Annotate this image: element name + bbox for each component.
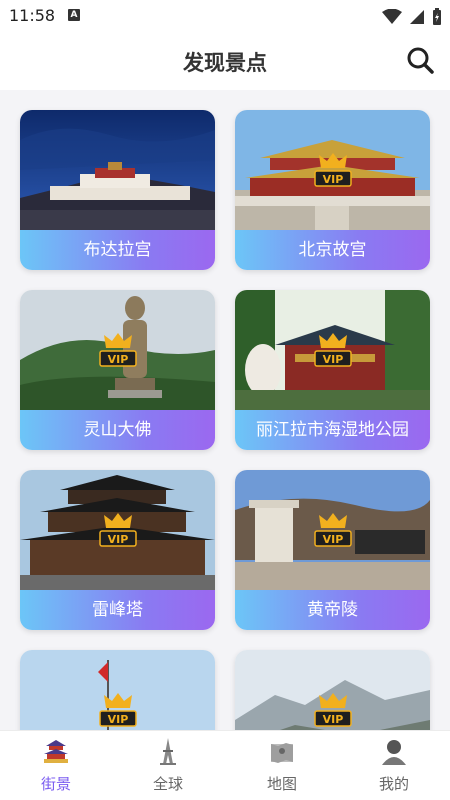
spot-name: 黄帝陵: [235, 590, 430, 630]
vip-badge: VIP: [314, 153, 352, 187]
spot-list[interactable]: 布达拉宫 VIP 北京故宫 VIP 灵山大佛 VIP 丽江拉市海湿地公园 VIP…: [0, 90, 450, 730]
vip-badge: VIP: [99, 513, 137, 547]
vip-text: VIP: [108, 533, 129, 546]
spot-card[interactable]: 布达拉宫: [20, 110, 215, 270]
notification-icon: A: [68, 9, 80, 21]
spot-card[interactable]: VIP 丽江拉市海湿地公园: [235, 290, 430, 450]
tab-mine[interactable]: 我的: [338, 731, 450, 800]
spot-card[interactable]: VIP: [235, 650, 430, 730]
status-icons: [380, 6, 442, 26]
vip-text: VIP: [323, 713, 344, 726]
page-title: 发现景点: [183, 51, 267, 75]
spot-photo: VIP: [235, 650, 430, 730]
spot-name: 灵山大佛: [20, 410, 215, 450]
tower-icon: [160, 738, 176, 765]
bottom-tab-bar: 街景 全球 地图 我的: [0, 730, 450, 800]
search-button[interactable]: [405, 45, 435, 75]
vip-text: VIP: [108, 713, 129, 726]
temple-icon: [44, 740, 68, 763]
signal-icon: [409, 9, 424, 24]
vip-badge: VIP: [314, 693, 352, 727]
tab-street-view[interactable]: 街景: [0, 731, 112, 800]
tab-label: 地图: [266, 775, 297, 793]
spot-card[interactable]: VIP 北京故宫: [235, 110, 430, 270]
vip-text: VIP: [323, 353, 344, 366]
wifi-icon: [381, 8, 402, 24]
vip-badge: VIP: [314, 333, 352, 367]
vip-text: VIP: [323, 533, 344, 546]
search-icon: [407, 47, 434, 74]
status-time: 11:58: [9, 6, 56, 25]
tab-global[interactable]: 全球: [112, 731, 224, 800]
spot-card[interactable]: VIP 雷峰塔: [20, 470, 215, 630]
tab-label: 全球: [152, 775, 183, 793]
app-header: 发现景点: [0, 32, 450, 90]
spot-photo: [20, 110, 215, 230]
spot-photo: VIP: [20, 650, 215, 730]
spot-photo: VIP: [235, 290, 430, 410]
spot-card[interactable]: VIP: [20, 650, 215, 730]
battery-icon: [433, 7, 441, 25]
spot-name: 雷峰塔: [20, 590, 215, 630]
status-bar: 11:58 A: [0, 0, 450, 32]
spot-name: 北京故宫: [235, 230, 430, 270]
tab-label: 我的: [378, 775, 409, 793]
vip-badge: VIP: [314, 513, 352, 547]
map-icon: [271, 743, 293, 763]
user-icon: [382, 740, 406, 765]
spot-photo: VIP: [20, 290, 215, 410]
vip-text: VIP: [323, 173, 344, 186]
tab-label: 街景: [40, 775, 71, 793]
spot-name: 丽江拉市海湿地公园: [235, 410, 430, 450]
spot-photo: VIP: [235, 110, 430, 230]
spot-card[interactable]: VIP 黄帝陵: [235, 470, 430, 630]
spot-card[interactable]: VIP 灵山大佛: [20, 290, 215, 450]
vip-badge: VIP: [99, 693, 137, 727]
vip-badge: VIP: [99, 333, 137, 367]
spot-name: 布达拉宫: [20, 230, 215, 270]
tab-map[interactable]: 地图: [226, 731, 338, 800]
vip-text: VIP: [108, 353, 129, 366]
spot-photo: VIP: [235, 470, 430, 590]
spot-photo: VIP: [20, 470, 215, 590]
